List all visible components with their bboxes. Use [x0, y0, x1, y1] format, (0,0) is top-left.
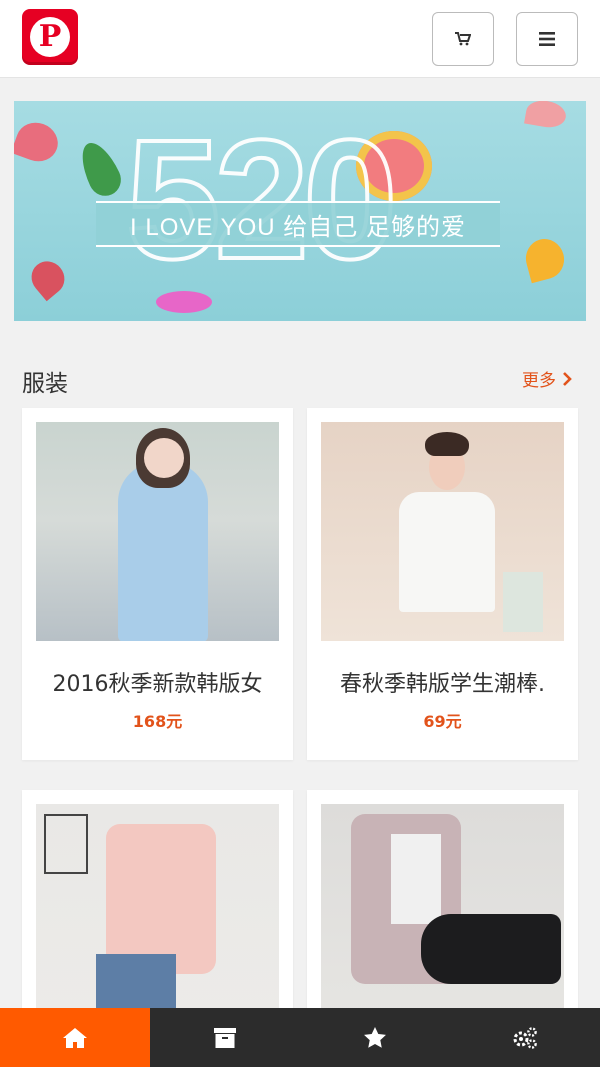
promo-banner[interactable]: 520 I LOVE YOU 给自己 足够的爱 [14, 101, 586, 321]
tab-settings[interactable] [450, 1008, 600, 1067]
more-link[interactable]: 更多 [522, 366, 572, 391]
hamburger-menu-icon [539, 32, 555, 46]
product-image[interactable] [321, 422, 564, 641]
home-icon [63, 1027, 87, 1048]
tab-archive[interactable] [150, 1008, 300, 1067]
logo-letter: P [30, 17, 70, 57]
petal-decoration [14, 116, 64, 168]
section-title: 服装 [22, 371, 68, 397]
product-card[interactable] [307, 790, 578, 1030]
product-price: 69元 [423, 712, 462, 731]
bottom-tab-bar [0, 1008, 600, 1067]
gears-icon [513, 1026, 537, 1049]
product-card[interactable]: 2016秋季新款韩版女 168元 [22, 408, 293, 760]
product-name: 2016秋季新款韩版女 [52, 672, 263, 697]
cart-icon [455, 32, 471, 46]
chevron-right-icon [563, 371, 572, 386]
product-card[interactable]: 春秋季韩版学生潮棒. 69元 [307, 408, 578, 760]
tab-home[interactable] [0, 1008, 150, 1067]
product-image[interactable] [36, 422, 279, 641]
banner-tagline: I LOVE YOU 给自己 足够的爱 [96, 201, 500, 247]
banner-big-number: 520 [124, 105, 400, 295]
pinterest-logo[interactable]: P [22, 9, 78, 65]
star-icon [364, 1027, 386, 1048]
product-name: 春秋季韩版学生潮棒. [340, 672, 545, 697]
petal-decoration [524, 101, 568, 131]
product-image[interactable] [36, 804, 279, 1023]
archive-box-icon [214, 1027, 236, 1048]
top-header: P [0, 0, 600, 78]
product-card[interactable] [22, 790, 293, 1030]
product-price: 168元 [132, 712, 183, 731]
tab-favorites[interactable] [300, 1008, 450, 1067]
cart-button[interactable] [432, 12, 494, 66]
more-label: 更多 [522, 371, 556, 391]
petal-decoration [24, 254, 72, 302]
menu-button[interactable] [516, 12, 578, 66]
product-image[interactable] [321, 804, 564, 1023]
leaf-decoration [73, 136, 127, 202]
petal-decoration [521, 234, 569, 284]
